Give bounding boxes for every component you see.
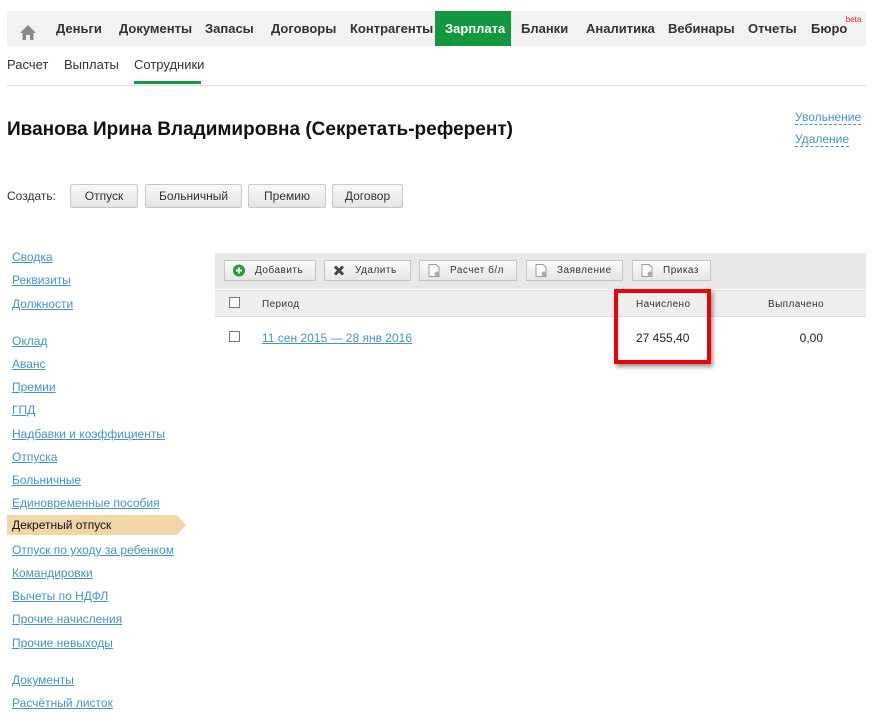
delete-label: Удалить bbox=[355, 265, 397, 276]
sidebar-sick-leaves[interactable]: Больничные bbox=[12, 473, 81, 487]
sidebar-advance[interactable]: Аванс bbox=[12, 357, 46, 371]
sidebar-bonuses[interactable]: Премии bbox=[12, 380, 56, 394]
table-toolbar: Добавить Удалить Расчет б/л Заявление Пр… bbox=[215, 253, 866, 289]
sidebar-maternity-leave[interactable]: Декретный отпуск bbox=[7, 515, 186, 535]
sidebar-salary[interactable]: Оклад bbox=[12, 334, 47, 348]
page-title: Иванова Ирина Владимировна (Секретать-ре… bbox=[7, 119, 513, 140]
x-icon bbox=[333, 265, 345, 276]
subnav-payments[interactable]: Выплаты bbox=[64, 57, 119, 72]
sidebar-documents[interactable]: Документы bbox=[12, 673, 74, 687]
sidebar-payslip[interactable]: Расчётный листок bbox=[12, 696, 113, 710]
add-label: Добавить bbox=[255, 265, 304, 276]
sidebar-one-time-benefits[interactable]: Единовременные пособия bbox=[12, 496, 160, 510]
document-icon bbox=[535, 264, 547, 277]
row-checkbox[interactable] bbox=[229, 331, 240, 342]
nav-money[interactable]: Деньги bbox=[56, 11, 102, 46]
create-vacation-button[interactable]: Отпуск bbox=[70, 184, 138, 208]
col-period: Период bbox=[262, 299, 300, 310]
sidebar-gpd[interactable]: ГПД bbox=[12, 403, 35, 417]
order-button[interactable]: Приказ bbox=[632, 260, 711, 281]
period-link[interactable]: 11 сен 2015 — 28 янв 2016 bbox=[262, 331, 412, 345]
main-nav: Деньги Документы Запасы Договоры Контраг… bbox=[7, 11, 866, 46]
dismiss-link[interactable]: Увольнение bbox=[795, 110, 862, 125]
application-label: Заявление bbox=[557, 265, 612, 276]
delete-button[interactable]: Удалить bbox=[324, 260, 411, 281]
nav-documents[interactable]: Документы bbox=[119, 11, 192, 46]
sidebar-summary[interactable]: Сводка bbox=[12, 250, 53, 264]
sidebar-other-absences[interactable]: Прочие невыходы bbox=[12, 636, 113, 650]
plus-icon bbox=[233, 264, 245, 277]
sidebar-vacations[interactable]: Отпуска bbox=[12, 450, 57, 464]
nav-reports[interactable]: Отчеты bbox=[748, 11, 797, 46]
table-header: Период Начислено Выплачено bbox=[215, 290, 866, 317]
delete-link[interactable]: Удаление bbox=[795, 132, 850, 147]
create-sick-leave-button[interactable]: Больничный bbox=[145, 184, 242, 208]
nav-stock[interactable]: Запасы bbox=[205, 11, 254, 46]
beta-badge: beta bbox=[845, 15, 862, 24]
subnav-active-indicator bbox=[134, 81, 201, 84]
application-button[interactable]: Заявление bbox=[526, 260, 623, 281]
nav-salary[interactable]: Зарплата bbox=[435, 11, 511, 46]
col-paid: Выплачено bbox=[768, 299, 824, 310]
sick-calc-label: Расчет б/л bbox=[450, 265, 504, 276]
create-contract-button[interactable]: Договор bbox=[332, 184, 403, 208]
document-icon bbox=[641, 264, 653, 277]
sidebar-positions[interactable]: Должности bbox=[12, 297, 73, 311]
sidebar-requisites[interactable]: Реквизиты bbox=[12, 273, 71, 287]
sidebar-other-accruals[interactable]: Прочие начисления bbox=[12, 612, 122, 626]
nav-forms[interactable]: Бланки bbox=[521, 11, 568, 46]
sick-calc-button[interactable]: Расчет б/л bbox=[419, 260, 517, 281]
divider bbox=[7, 85, 866, 86]
add-button[interactable]: Добавить bbox=[224, 260, 316, 281]
order-label: Приказ bbox=[663, 265, 699, 276]
subnav-employees[interactable]: Сотрудники bbox=[134, 57, 204, 72]
nav-analytics[interactable]: Аналитика bbox=[586, 11, 655, 46]
sidebar-business-trips[interactable]: Командировки bbox=[12, 566, 93, 580]
sidebar-allowances[interactable]: Надбавки и коэффициенты bbox=[12, 427, 165, 441]
create-label: Создать: bbox=[7, 189, 56, 203]
nav-contractors[interactable]: Контрагенты bbox=[350, 11, 433, 46]
select-all-checkbox[interactable] bbox=[229, 297, 240, 308]
paid-value: 0,00 bbox=[799, 331, 823, 345]
nav-webinars[interactable]: Вебинары bbox=[668, 11, 735, 46]
highlight-box bbox=[614, 289, 711, 364]
table-row: 11 сен 2015 — 28 янв 2016 27 455,40 0,00 bbox=[215, 318, 866, 358]
sidebar-ndfl-deductions[interactable]: Вычеты по НДФЛ bbox=[12, 589, 108, 603]
create-bonus-button[interactable]: Премию bbox=[248, 184, 326, 208]
nav-bureau-label: Бюро bbox=[811, 21, 848, 36]
nav-contracts[interactable]: Договоры bbox=[271, 11, 336, 46]
subnav-calc[interactable]: Расчет bbox=[7, 57, 48, 72]
home-icon[interactable] bbox=[19, 19, 37, 40]
sidebar-childcare-leave[interactable]: Отпуск по уходу за ребенком bbox=[12, 543, 174, 557]
nav-bureau[interactable]: Бюро beta bbox=[811, 11, 861, 46]
document-icon bbox=[428, 264, 440, 277]
